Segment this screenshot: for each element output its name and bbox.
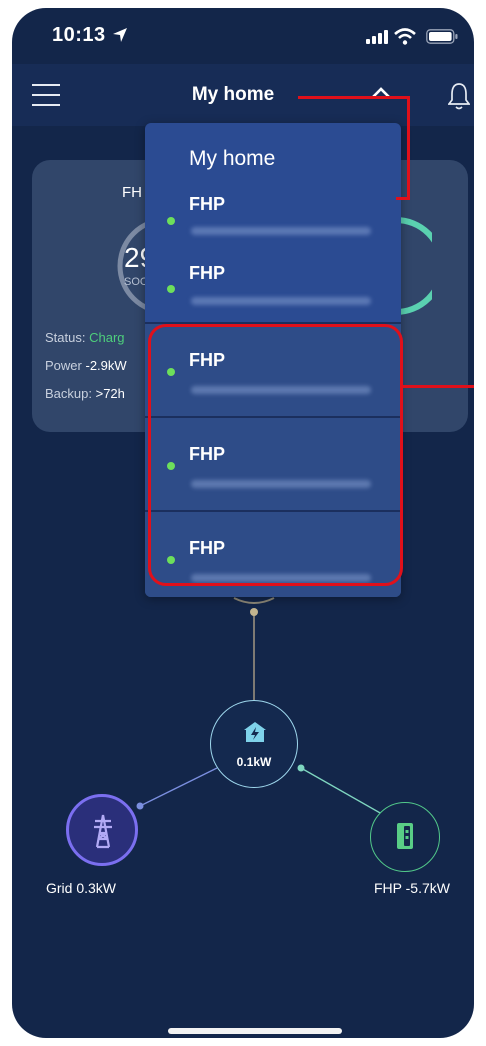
- grid-power-label: Grid 0.3kW: [46, 880, 117, 896]
- power-tower-icon: [94, 814, 112, 849]
- online-dot: [167, 285, 175, 293]
- home-power-value: 0.1kW: [236, 755, 272, 769]
- dropdown-item[interactable]: FHP: [145, 253, 401, 319]
- item-serial-blurred: [191, 297, 371, 305]
- item-serial-blurred: [191, 227, 371, 235]
- phone-screen: 10:13 My home FH 29 SOC Status: Charg Po…: [12, 8, 474, 1038]
- home-indicator[interactable]: [168, 1028, 342, 1034]
- item-label: FHP: [189, 194, 225, 214]
- dropdown-item[interactable]: FHP: [145, 185, 401, 251]
- annotation-highlight-box: [148, 324, 403, 586]
- battery-node[interactable]: [370, 802, 440, 872]
- home-lightning-icon: [244, 722, 266, 742]
- battery-power-label: FHP -5.7kW: [374, 880, 450, 896]
- online-dot: [167, 217, 175, 225]
- annotation-line: [298, 96, 410, 99]
- grid-node[interactable]: [66, 794, 138, 866]
- dropdown-title[interactable]: My home: [189, 147, 275, 171]
- home-node[interactable]: 0.1kW: [210, 700, 298, 788]
- annotation-line: [403, 385, 474, 388]
- annotation-line: [396, 197, 410, 200]
- annotation-line: [407, 96, 410, 200]
- battery-device-icon: [397, 823, 413, 849]
- item-label: FHP: [189, 263, 225, 283]
